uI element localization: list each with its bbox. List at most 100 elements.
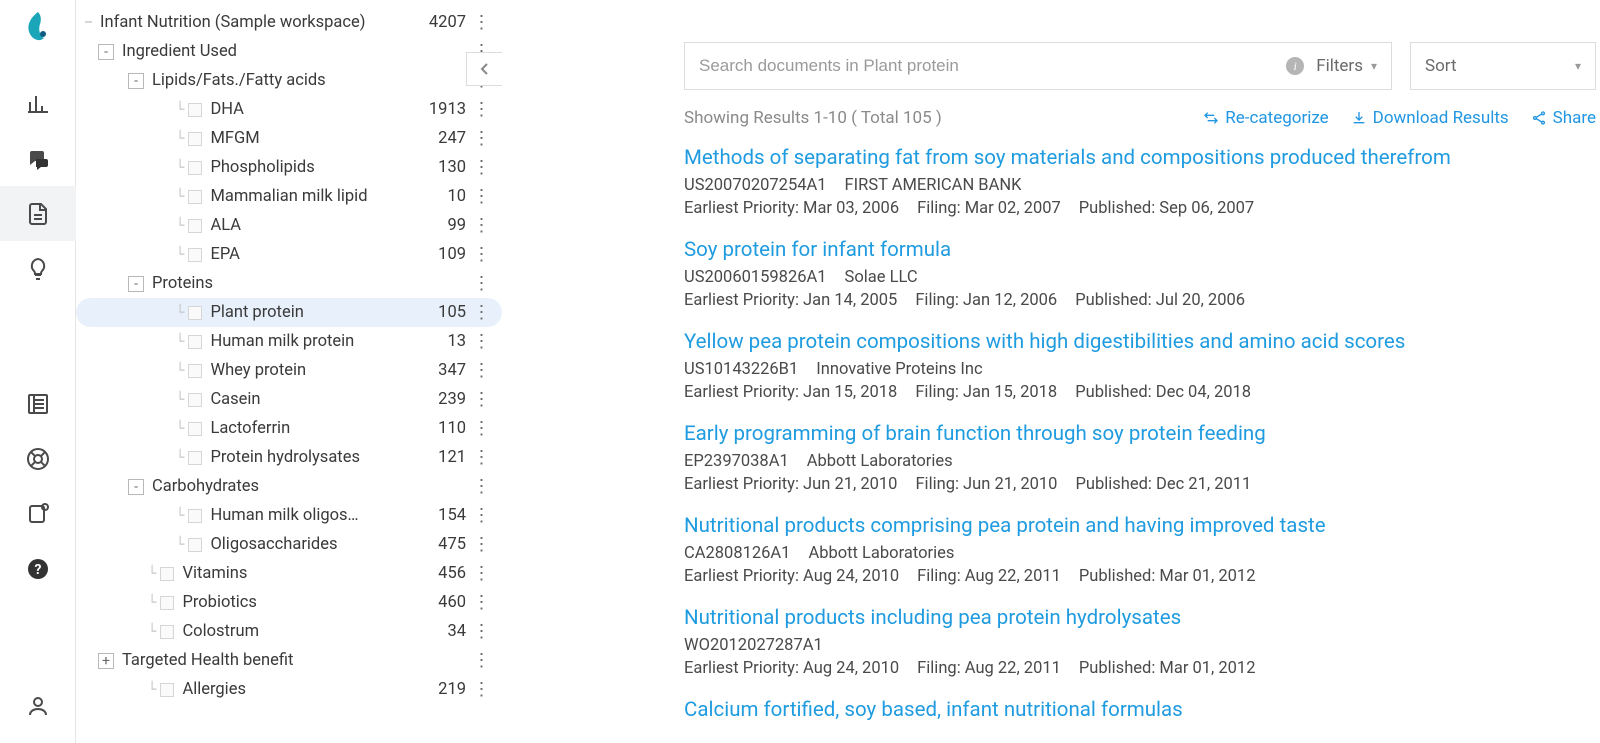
tree-item-menu[interactable]: ⋮: [466, 99, 496, 120]
result-title-link[interactable]: Yellow pea protein compositions with hig…: [684, 330, 1596, 354]
tree-node[interactable]: -Ingredient Used⋮: [76, 37, 502, 66]
tree-node[interactable]: └Phospholipids130⋮: [76, 153, 502, 182]
result-title-link[interactable]: Nutritional products comprising pea prot…: [684, 514, 1596, 538]
tree-checkbox[interactable]: [160, 567, 174, 581]
collapse-panel-button[interactable]: [466, 52, 502, 86]
tree-item-menu[interactable]: ⋮: [466, 505, 496, 526]
tree-node[interactable]: -Carbohydrates ⋮: [76, 472, 502, 501]
tree-node[interactable]: └MFGM247⋮: [76, 124, 502, 153]
tree-toggle[interactable]: -: [128, 276, 144, 292]
tree-item-menu[interactable]: ⋮: [466, 128, 496, 149]
tree-label[interactable]: Casein: [210, 390, 416, 409]
tree-toggle[interactable]: -: [128, 73, 144, 89]
result-title-link[interactable]: Early programming of brain function thro…: [684, 422, 1596, 446]
nav-help-icon[interactable]: ?: [0, 541, 76, 596]
tree-label[interactable]: Oligosaccharides: [210, 535, 416, 554]
tree-checkbox[interactable]: [160, 683, 174, 697]
nav-user-icon[interactable]: [0, 678, 76, 733]
tree-checkbox[interactable]: [188, 132, 202, 146]
tree-node[interactable]: └Probiotics460⋮: [76, 588, 502, 617]
tree-checkbox[interactable]: [188, 364, 202, 378]
tree-label[interactable]: Ingredient Used: [122, 42, 416, 61]
tree-label[interactable]: Carbohydrates: [152, 477, 416, 496]
tree-item-menu[interactable]: ⋮: [466, 302, 496, 323]
nav-notifications-icon[interactable]: [0, 486, 76, 541]
tree-label[interactable]: Phospholipids: [210, 158, 416, 177]
tree-label[interactable]: Vitamins: [182, 564, 416, 583]
tree-label[interactable]: Proteins: [152, 274, 416, 293]
tree-node[interactable]: └Human milk protein13⋮: [76, 327, 502, 356]
result-title-link[interactable]: Nutritional products including pea prote…: [684, 606, 1596, 630]
tree-item-menu[interactable]: ⋮: [466, 534, 496, 555]
tree-checkbox[interactable]: [188, 190, 202, 204]
tree-checkbox[interactable]: [188, 538, 202, 552]
tree-label[interactable]: Probiotics: [182, 593, 416, 612]
tree-item-menu[interactable]: ⋮: [466, 679, 496, 700]
tree-label[interactable]: Colostrum: [182, 622, 416, 641]
tree-node[interactable]: └Whey protein347⋮: [76, 356, 502, 385]
tree-item-menu[interactable]: ⋮: [466, 186, 496, 207]
tree-checkbox[interactable]: [160, 596, 174, 610]
tree-label[interactable]: Lipids/Fats./Fatty acids: [152, 71, 416, 90]
tree-label[interactable]: Mammalian milk lipid: [210, 187, 416, 206]
tree-item-menu[interactable]: ⋮: [466, 157, 496, 178]
tree-label[interactable]: Allergies: [182, 680, 416, 699]
tree-item-menu[interactable]: ⋮: [466, 273, 496, 294]
recategorize-link[interactable]: Re-categorize: [1203, 108, 1328, 128]
share-link[interactable]: Share: [1531, 108, 1596, 128]
result-title-link[interactable]: Methods of separating fat from soy mater…: [684, 146, 1596, 170]
tree-checkbox[interactable]: [188, 248, 202, 262]
tree-label[interactable]: Targeted Health benefit: [122, 651, 416, 670]
tree-item-menu[interactable]: ⋮: [466, 476, 496, 497]
tree-checkbox[interactable]: [188, 161, 202, 175]
tree-node[interactable]: └Colostrum34⋮: [76, 617, 502, 646]
tree-label[interactable]: EPA: [210, 245, 416, 264]
tree-node[interactable]: └Lactoferrin110⋮: [76, 414, 502, 443]
nav-support-icon[interactable]: [0, 431, 76, 486]
tree-checkbox[interactable]: [188, 422, 202, 436]
sort-dropdown[interactable]: Sort ▾: [1410, 42, 1596, 90]
tree-toggle[interactable]: -: [98, 44, 114, 60]
tree-label[interactable]: Whey protein: [210, 361, 416, 380]
nav-documents-icon[interactable]: [0, 186, 76, 241]
tree-node[interactable]: └Plant protein105⋮: [76, 298, 502, 327]
tree-checkbox[interactable]: [188, 306, 202, 320]
tree-node[interactable]: –Infant Nutrition (Sample workspace)4207…: [76, 8, 502, 37]
tree-node[interactable]: └EPA109⋮: [76, 240, 502, 269]
search-info-icon[interactable]: i: [1286, 57, 1304, 75]
tree-node[interactable]: -Proteins ⋮: [76, 269, 502, 298]
filters-button[interactable]: Filters ▾: [1316, 56, 1377, 76]
tree-label[interactable]: Infant Nutrition (Sample workspace): [100, 13, 416, 32]
tree-checkbox[interactable]: [188, 393, 202, 407]
tree-label[interactable]: MFGM: [210, 129, 416, 148]
tree-toggle[interactable]: +: [98, 653, 114, 669]
tree-item-menu[interactable]: ⋮: [466, 621, 496, 642]
tree-label[interactable]: ALA: [210, 216, 416, 235]
tree-node[interactable]: └Mammalian milk lipid10⋮: [76, 182, 502, 211]
tree-item-menu[interactable]: ⋮: [466, 12, 496, 33]
tree-item-menu[interactable]: ⋮: [466, 447, 496, 468]
tree-node[interactable]: + Targeted Health benefit ⋮: [76, 646, 502, 675]
tree-label[interactable]: Protein hydrolysates: [210, 448, 416, 467]
nav-library-icon[interactable]: [0, 376, 76, 431]
nav-charts-icon[interactable]: [0, 76, 76, 131]
result-title-link[interactable]: Soy protein for infant formula: [684, 238, 1596, 262]
download-results-link[interactable]: Download Results: [1351, 108, 1509, 128]
tree-label[interactable]: Lactoferrin: [210, 419, 416, 438]
tree-toggle[interactable]: -: [128, 479, 144, 495]
tree-node[interactable]: └Oligosaccharides475⋮: [76, 530, 502, 559]
result-title-link[interactable]: Calcium fortified, soy based, infant nut…: [684, 698, 1596, 722]
nav-chat-icon[interactable]: [0, 131, 76, 186]
tree-item-menu[interactable]: ⋮: [466, 592, 496, 613]
tree-label[interactable]: DHA: [210, 100, 416, 119]
tree-item-menu[interactable]: ⋮: [466, 244, 496, 265]
tree-label[interactable]: Human milk oligos…: [210, 506, 416, 525]
tree-node[interactable]: └Protein hydrolysates121⋮: [76, 443, 502, 472]
tree-node[interactable]: └Vitamins456⋮: [76, 559, 502, 588]
tree-node[interactable]: └ALA99⋮: [76, 211, 502, 240]
tree-item-menu[interactable]: ⋮: [466, 215, 496, 236]
tree-checkbox[interactable]: [188, 451, 202, 465]
tree-item-menu[interactable]: ⋮: [466, 563, 496, 584]
tree-item-menu[interactable]: ⋮: [466, 650, 496, 671]
tree-label[interactable]: Plant protein: [210, 303, 416, 322]
